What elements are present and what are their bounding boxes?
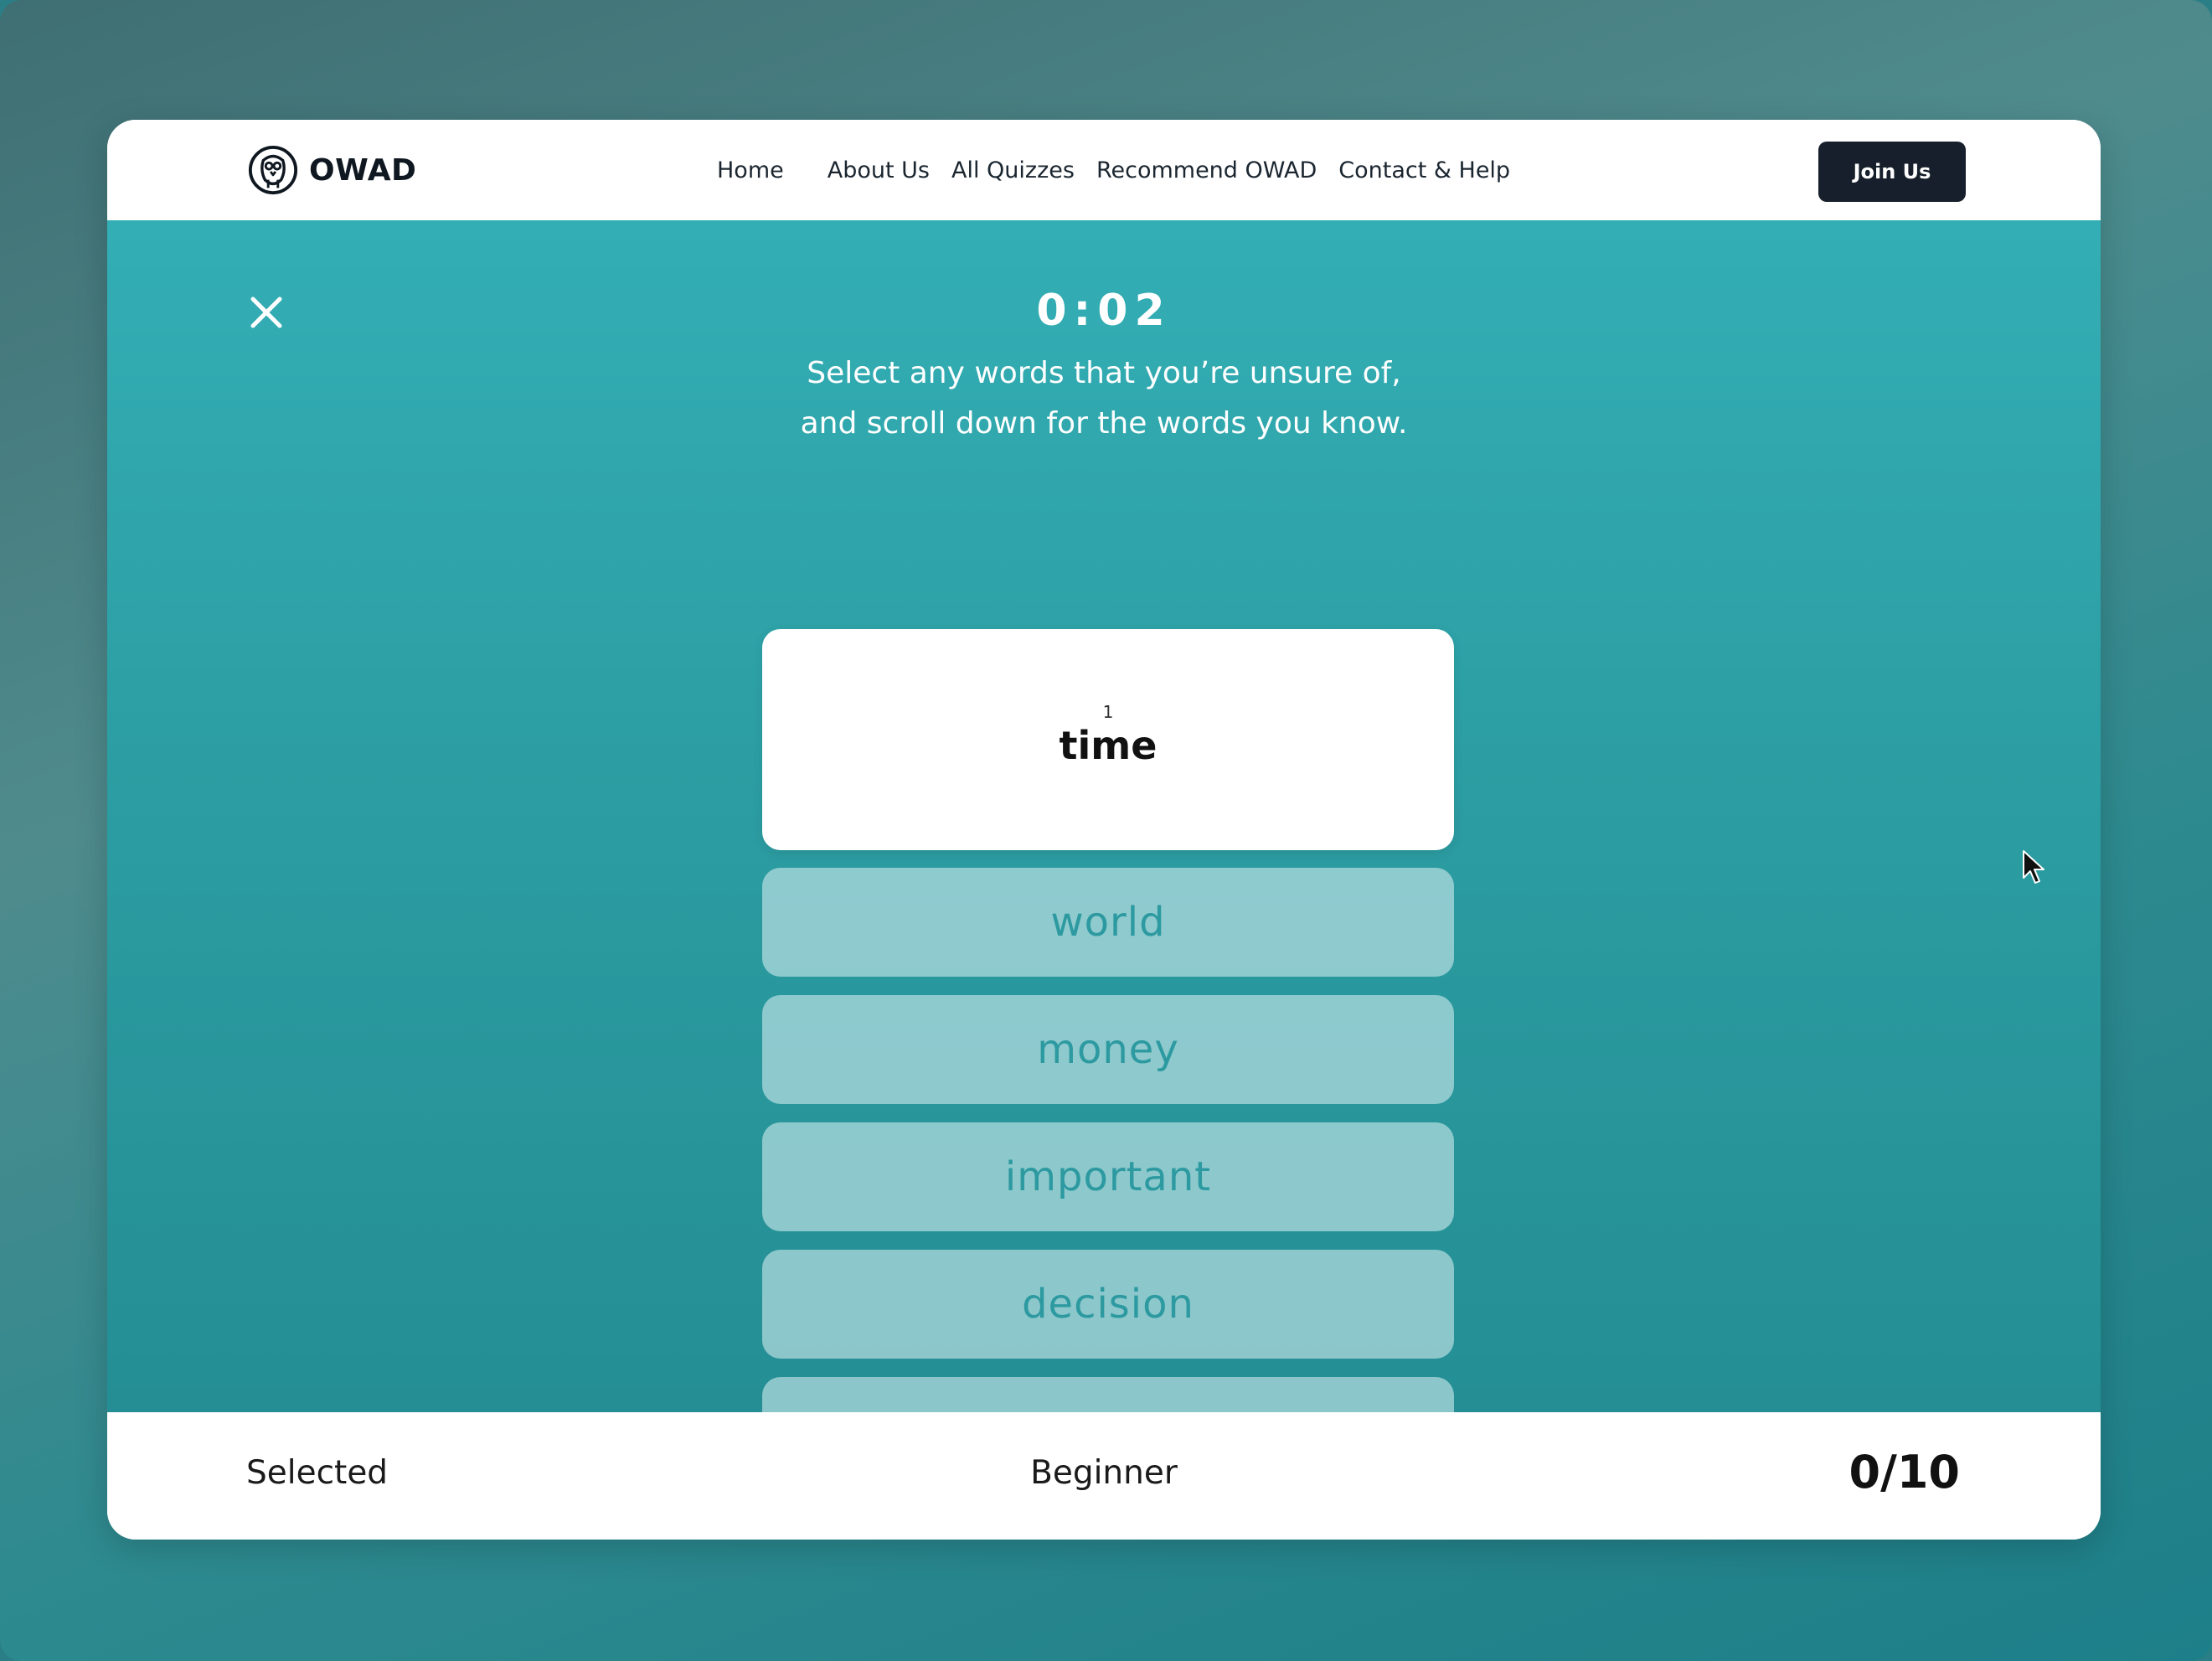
nav-all-quizzes-link[interactable]: All Quizzes [951,157,1075,183]
word-number: 1 [1102,702,1114,722]
word-card-decision[interactable]: decision [762,1250,1454,1359]
current-word-card[interactable]: 1 time [762,629,1454,850]
instruction-line-2: and scroll down for the words you know. [800,406,1408,441]
nav-recommend-link[interactable]: Recommend OWAD [1096,157,1317,183]
quiz-instructions: Select any words that you’re unsure of, … [107,348,2101,449]
nav-about-link[interactable]: About Us [828,157,930,183]
word-card-money[interactable]: money [762,995,1454,1104]
word-card-world[interactable]: world [762,868,1454,977]
quiz-area: 0:02 Select any words that you’re unsure… [107,220,2101,1412]
join-us-button[interactable]: Join Us [1818,142,1966,202]
desktop-backdrop: OWAD Home About Us All Quizzes Recommend… [0,0,2212,1661]
word-text: world [1050,899,1166,946]
word-text: money [1037,1026,1179,1073]
level-label: Beginner [1030,1454,1178,1492]
top-navbar: OWAD Home About Us All Quizzes Recommend… [107,120,2101,220]
mouse-pointer-icon [2023,850,2044,884]
nav-contact-help-link[interactable]: Contact & Help [1338,157,1510,183]
word-text: important [1004,1153,1212,1200]
selected-count: 0/10 [1848,1446,1960,1499]
quiz-timer: 0:02 [1036,286,1172,336]
quiz-footer: Selected Beginner 0/10 [107,1412,2101,1540]
word-text: decision [1022,1281,1194,1328]
owad-logo[interactable]: OWAD [247,143,416,197]
logo-text: OWAD [309,152,417,188]
word-card-important[interactable]: important [762,1122,1454,1231]
current-word: time [1059,723,1158,768]
nav-home-link[interactable]: Home [717,157,784,183]
instruction-line-1: Select any words that you’re unsure of, [807,356,1401,390]
main-nav: Home About Us All Quizzes Recommend OWAD… [717,150,1510,190]
word-card-understand[interactable]: understand [762,1377,1454,1412]
owl-logo-icon [248,145,298,195]
browser-window: OWAD Home About Us All Quizzes Recommend… [107,120,2101,1540]
